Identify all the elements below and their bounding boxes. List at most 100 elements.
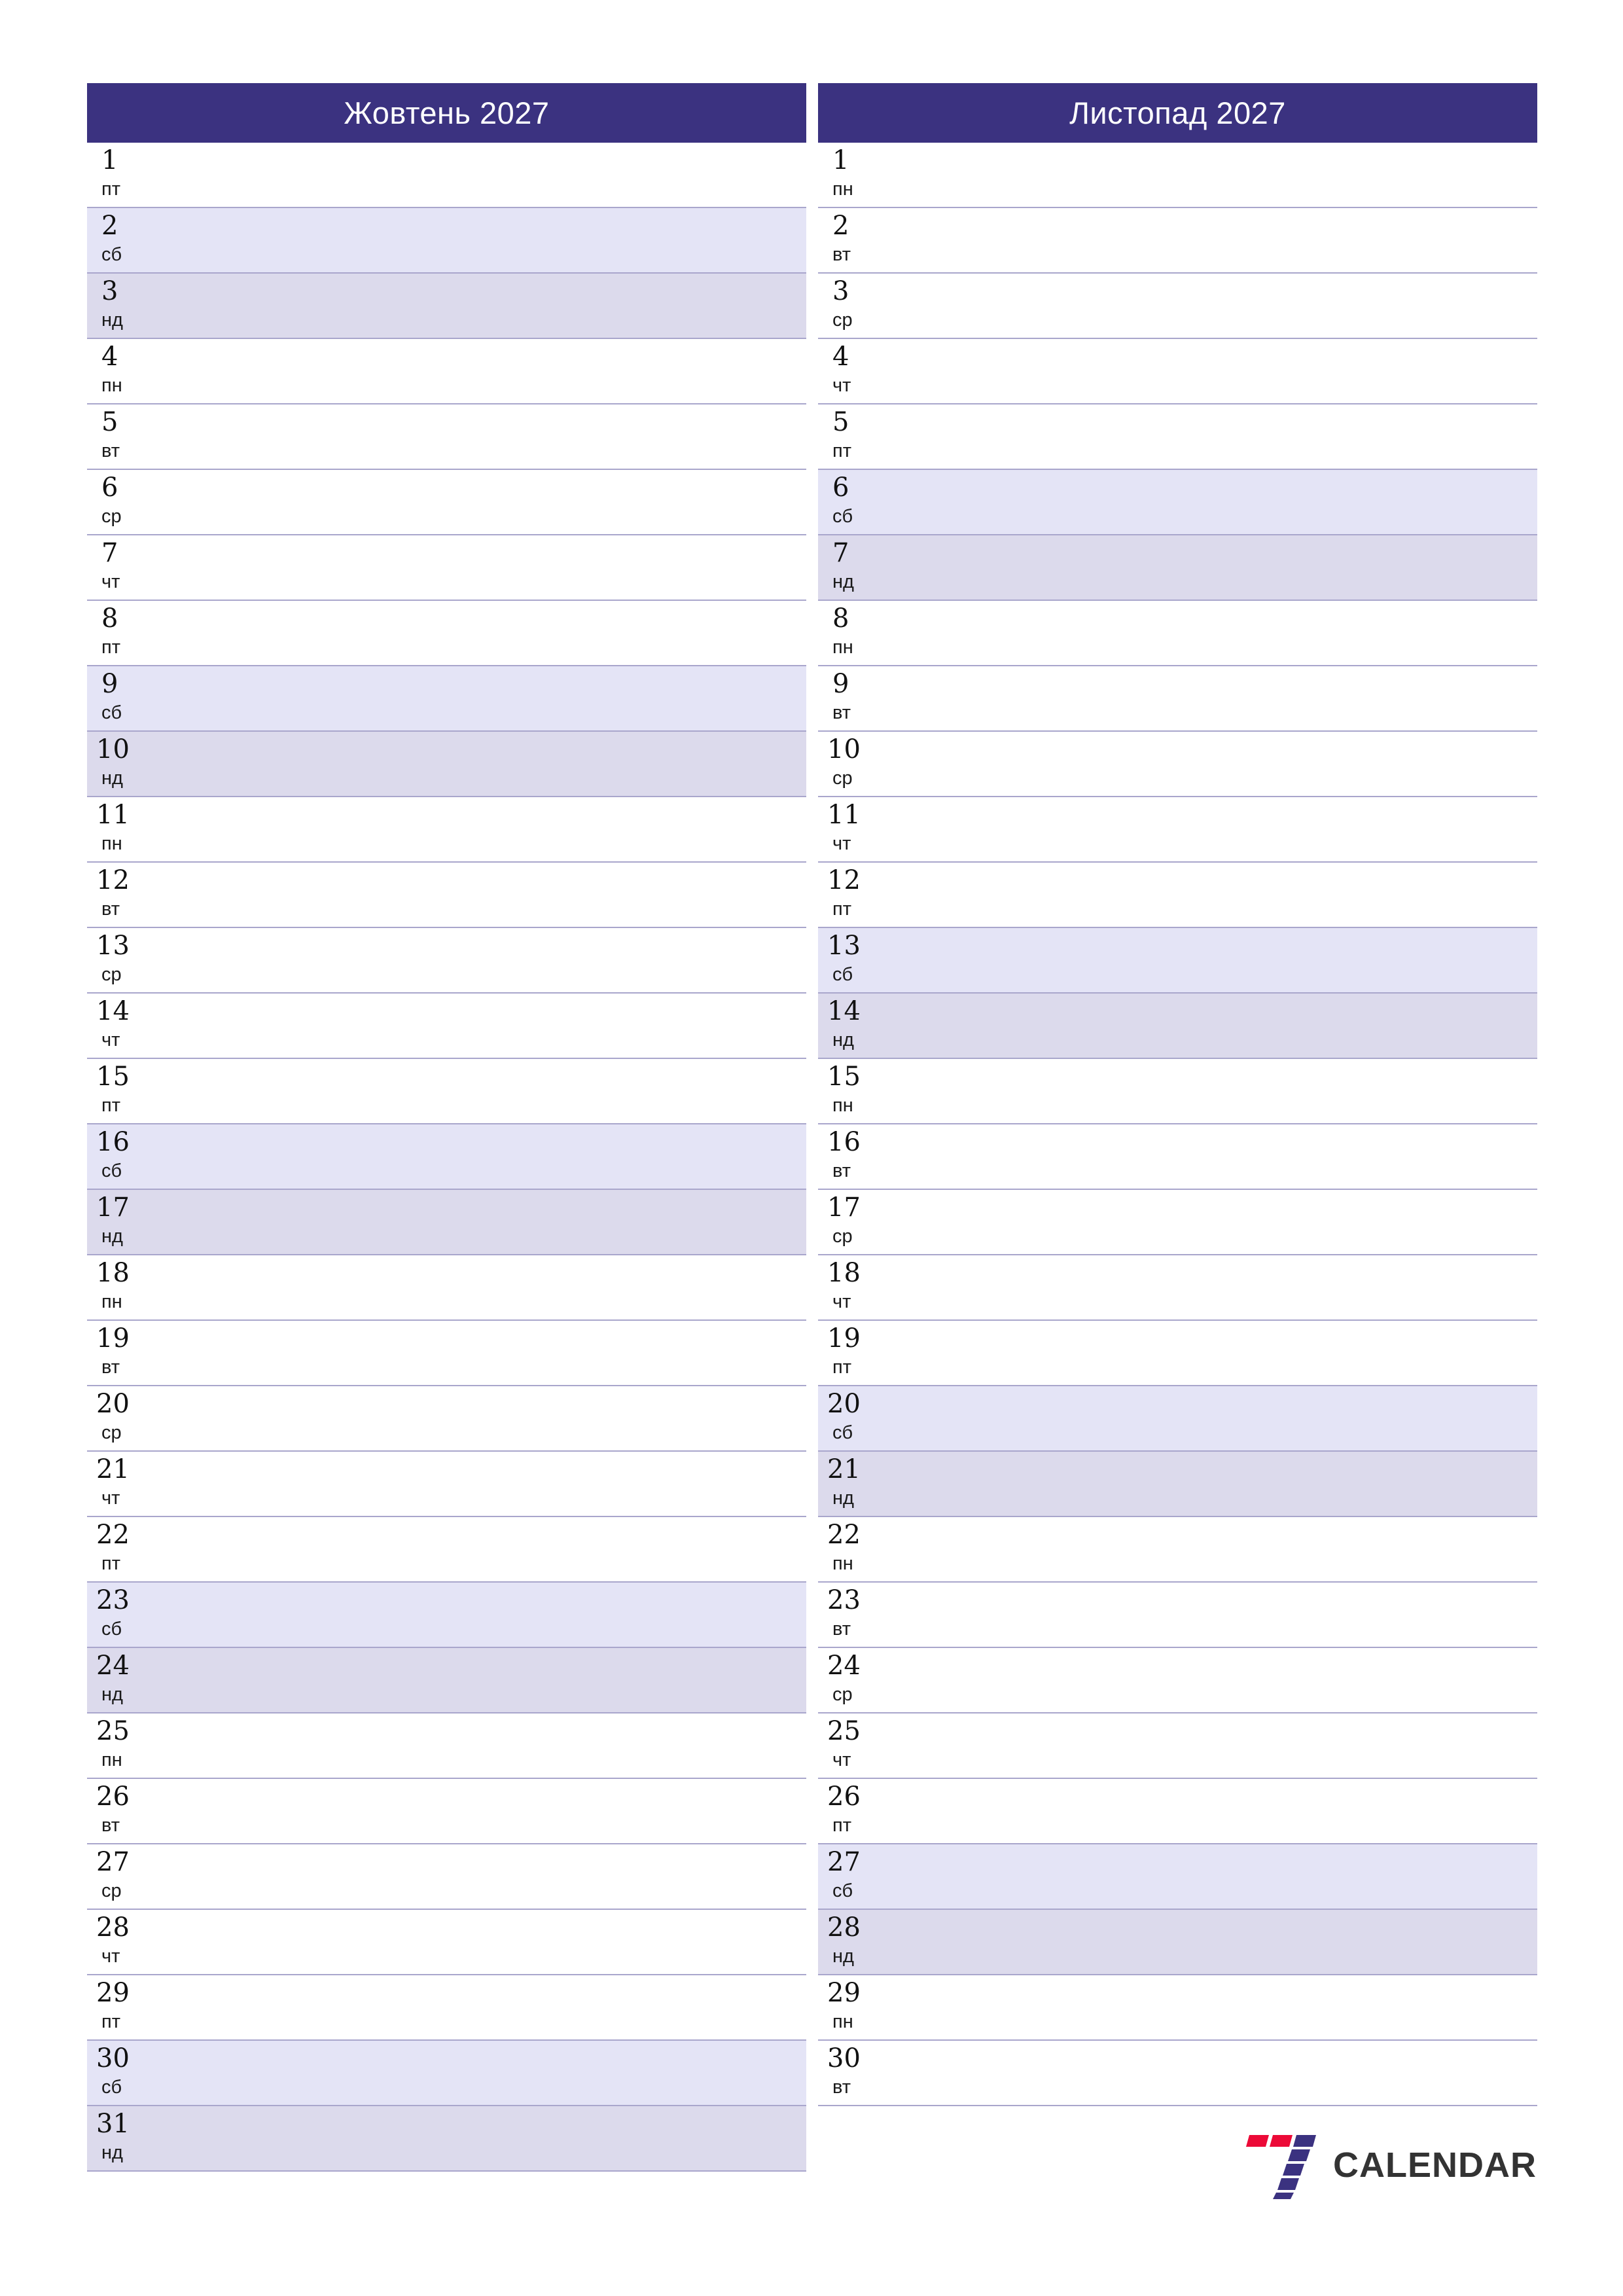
day-row[interactable]: 13 ср (87, 928, 806, 994)
day-number: 13 (827, 931, 861, 961)
day-row[interactable]: 15 пн (818, 1059, 1537, 1124)
day-number: 29 (827, 1978, 861, 2008)
day-number: 16 (827, 1127, 861, 1157)
day-row[interactable]: 6 сб (818, 470, 1537, 535)
day-number: 22 (96, 1520, 130, 1550)
day-number: 26 (96, 1782, 130, 1812)
day-row[interactable]: 24 нд (87, 1648, 806, 1713)
day-row[interactable]: 16 сб (87, 1124, 806, 1190)
day-weekday-label: чт (832, 1749, 851, 1770)
day-row[interactable]: 29 пт (87, 1975, 806, 2041)
day-number: 24 (96, 1651, 130, 1681)
day-number: 20 (827, 1389, 861, 1419)
day-number: 28 (827, 1912, 861, 1943)
day-number: 1 (832, 145, 849, 175)
day-number: 1 (101, 145, 118, 175)
day-number: 22 (827, 1520, 861, 1550)
day-number: 3 (832, 276, 849, 306)
day-row[interactable]: 19 вт (87, 1321, 806, 1386)
day-row[interactable]: 11 чт (818, 797, 1537, 863)
day-row[interactable]: 11 пн (87, 797, 806, 863)
day-number: 7 (832, 538, 849, 568)
day-row[interactable]: 31 нд (87, 2106, 806, 2172)
day-row[interactable]: 21 чт (87, 1452, 806, 1517)
day-number: 6 (101, 473, 118, 503)
month-title-left: Жовтень 2027 (87, 83, 806, 143)
day-row[interactable]: 30 вт (818, 2041, 1537, 2106)
day-weekday-label: ср (101, 506, 122, 527)
day-row[interactable]: 14 чт (87, 994, 806, 1059)
day-row[interactable]: 18 чт (818, 1255, 1537, 1321)
day-row[interactable]: 27 сб (818, 1844, 1537, 1910)
day-weekday-label: пн (101, 375, 122, 396)
day-row[interactable]: 13 сб (818, 928, 1537, 994)
day-row[interactable]: 22 пн (818, 1517, 1537, 1583)
day-row[interactable]: 9 сб (87, 666, 806, 732)
day-list-left: 1 пт 2 сб 3 нд 4 пн 5 вт 6 ср 7 чт 8 пт 9 сб 10 нд 11 пн 12 вт 1… (87, 143, 806, 2172)
day-row[interactable]: 28 нд (818, 1910, 1537, 1975)
day-row[interactable]: 3 ср (818, 274, 1537, 339)
day-row[interactable]: 15 пт (87, 1059, 806, 1124)
day-weekday-label: вт (832, 702, 851, 723)
day-row[interactable]: 9 вт (818, 666, 1537, 732)
day-weekday-label: пт (832, 1357, 851, 1378)
month-column-left: Жовтень 2027 1 пт 2 сб 3 нд 4 пн 5 вт 6 ср 7 чт 8 пт 9 сб… (87, 83, 806, 2172)
day-row[interactable]: 12 вт (87, 863, 806, 928)
day-weekday-label: нд (101, 768, 123, 789)
day-weekday-label: пн (832, 2011, 853, 2032)
day-row[interactable]: 8 пн (818, 601, 1537, 666)
day-row[interactable]: 7 нд (818, 535, 1537, 601)
day-weekday-label: сб (101, 1619, 122, 1640)
day-row[interactable]: 29 пн (818, 1975, 1537, 2041)
day-row[interactable]: 4 пн (87, 339, 806, 404)
day-row[interactable]: 22 пт (87, 1517, 806, 1583)
day-row[interactable]: 8 пт (87, 601, 806, 666)
brand-logo: CALENDAR (1245, 2131, 1537, 2199)
day-row[interactable]: 20 ср (87, 1386, 806, 1452)
day-row[interactable]: 7 чт (87, 535, 806, 601)
day-row[interactable]: 4 чт (818, 339, 1537, 404)
day-row[interactable]: 6 ср (87, 470, 806, 535)
day-row[interactable]: 3 нд (87, 274, 806, 339)
day-row[interactable]: 25 пн (87, 1713, 806, 1779)
day-row[interactable]: 19 пт (818, 1321, 1537, 1386)
day-row[interactable]: 23 сб (87, 1583, 806, 1648)
day-row[interactable]: 17 ср (818, 1190, 1537, 1255)
day-number: 30 (96, 2043, 130, 2073)
day-row[interactable]: 1 пн (818, 143, 1537, 208)
day-weekday-label: нд (101, 2142, 123, 2163)
day-weekday-label: вт (101, 1815, 120, 1836)
day-row[interactable]: 24 ср (818, 1648, 1537, 1713)
day-row[interactable]: 18 пн (87, 1255, 806, 1321)
day-row[interactable]: 14 нд (818, 994, 1537, 1059)
day-row[interactable]: 10 нд (87, 732, 806, 797)
day-weekday-label: пт (101, 1095, 120, 1116)
day-number: 18 (827, 1258, 861, 1288)
day-row[interactable]: 10 ср (818, 732, 1537, 797)
day-row[interactable]: 27 ср (87, 1844, 806, 1910)
day-row[interactable]: 5 пт (818, 404, 1537, 470)
day-weekday-label: пт (832, 899, 851, 920)
day-row[interactable]: 21 нд (818, 1452, 1537, 1517)
day-row[interactable]: 26 пт (818, 1779, 1537, 1844)
day-row[interactable]: 23 вт (818, 1583, 1537, 1648)
day-row[interactable]: 26 вт (87, 1779, 806, 1844)
day-row[interactable]: 17 нд (87, 1190, 806, 1255)
day-weekday-label: нд (832, 1488, 854, 1509)
day-row[interactable]: 2 вт (818, 208, 1537, 274)
day-weekday-label: сб (101, 244, 122, 265)
day-weekday-label: нд (101, 1226, 123, 1247)
day-number: 20 (96, 1389, 130, 1419)
day-row[interactable]: 2 сб (87, 208, 806, 274)
seven-logo-icon (1245, 2131, 1319, 2199)
day-number: 4 (101, 342, 118, 372)
day-row[interactable]: 28 чт (87, 1910, 806, 1975)
day-row[interactable]: 25 чт (818, 1713, 1537, 1779)
day-row[interactable]: 20 сб (818, 1386, 1537, 1452)
day-row[interactable]: 16 вт (818, 1124, 1537, 1190)
day-number: 14 (96, 996, 130, 1026)
day-row[interactable]: 12 пт (818, 863, 1537, 928)
day-row[interactable]: 1 пт (87, 143, 806, 208)
day-row[interactable]: 30 сб (87, 2041, 806, 2106)
day-row[interactable]: 5 вт (87, 404, 806, 470)
